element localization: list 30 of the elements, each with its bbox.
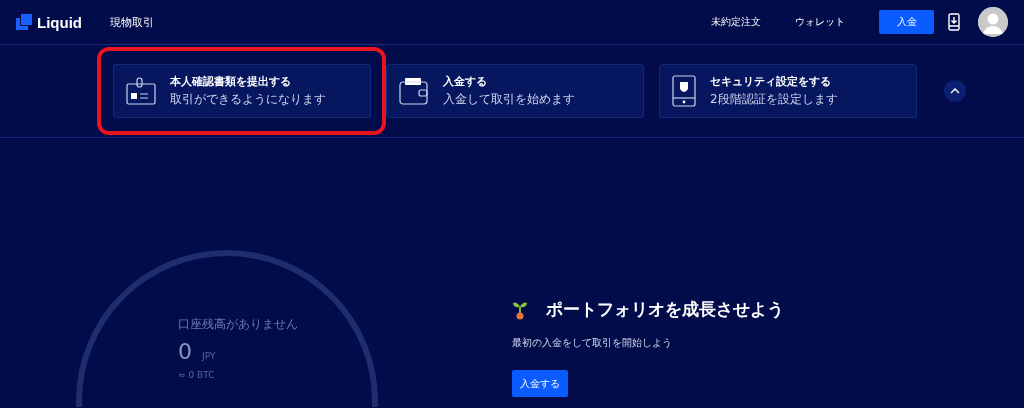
balance-amount: 0 xyxy=(178,339,192,364)
task-title: 入金する xyxy=(443,74,488,89)
collapse-button[interactable] xyxy=(944,80,966,102)
id-badge-icon xyxy=(126,76,156,106)
currency-label: JPY xyxy=(202,351,216,361)
task-card[interactable]: セキュリティ設定をする 2段階認証を設定します xyxy=(659,64,917,118)
task-subtitle: 入金して取引を始めます xyxy=(443,90,575,108)
deposit-button[interactable]: 入金する xyxy=(512,370,568,397)
avatar-icon[interactable] xyxy=(978,7,1008,37)
sprout-icon xyxy=(512,299,528,320)
logo-icon xyxy=(16,14,32,30)
promo-text: 最初の入金をして取引を開始しよう xyxy=(512,337,673,350)
promo-title: ポートフォリオを成長させよう xyxy=(546,298,784,321)
nav-link[interactable]: 未約定注文 xyxy=(711,15,761,29)
task-card[interactable]: 本人確認書類を提出する 取引ができるようになります xyxy=(113,64,371,118)
btc-equivalent: ≈ 0 BTC xyxy=(178,370,216,380)
task-subtitle: 2段階認証を設定します xyxy=(710,90,838,108)
phone-lock-icon xyxy=(672,75,696,107)
nav-link[interactable]: 現物取引 xyxy=(110,14,154,30)
logo-text: Liquid xyxy=(37,13,82,31)
task-card[interactable]: 入金する 入金して取引を始めます xyxy=(386,64,644,118)
phone-download-icon[interactable] xyxy=(948,13,960,31)
task-title: 本人確認書類を提出する xyxy=(170,74,292,89)
task-title: セキュリティ設定をする xyxy=(710,74,832,89)
deposit-button[interactable]: 入金 xyxy=(879,10,934,34)
task-subtitle: 取引ができるようになります xyxy=(170,90,326,108)
chevron-up-icon xyxy=(950,88,960,94)
balance-caption: 口座残高がありません xyxy=(178,316,298,333)
wallet-icon xyxy=(399,77,429,105)
nav-link[interactable]: ウォレット xyxy=(795,15,845,29)
